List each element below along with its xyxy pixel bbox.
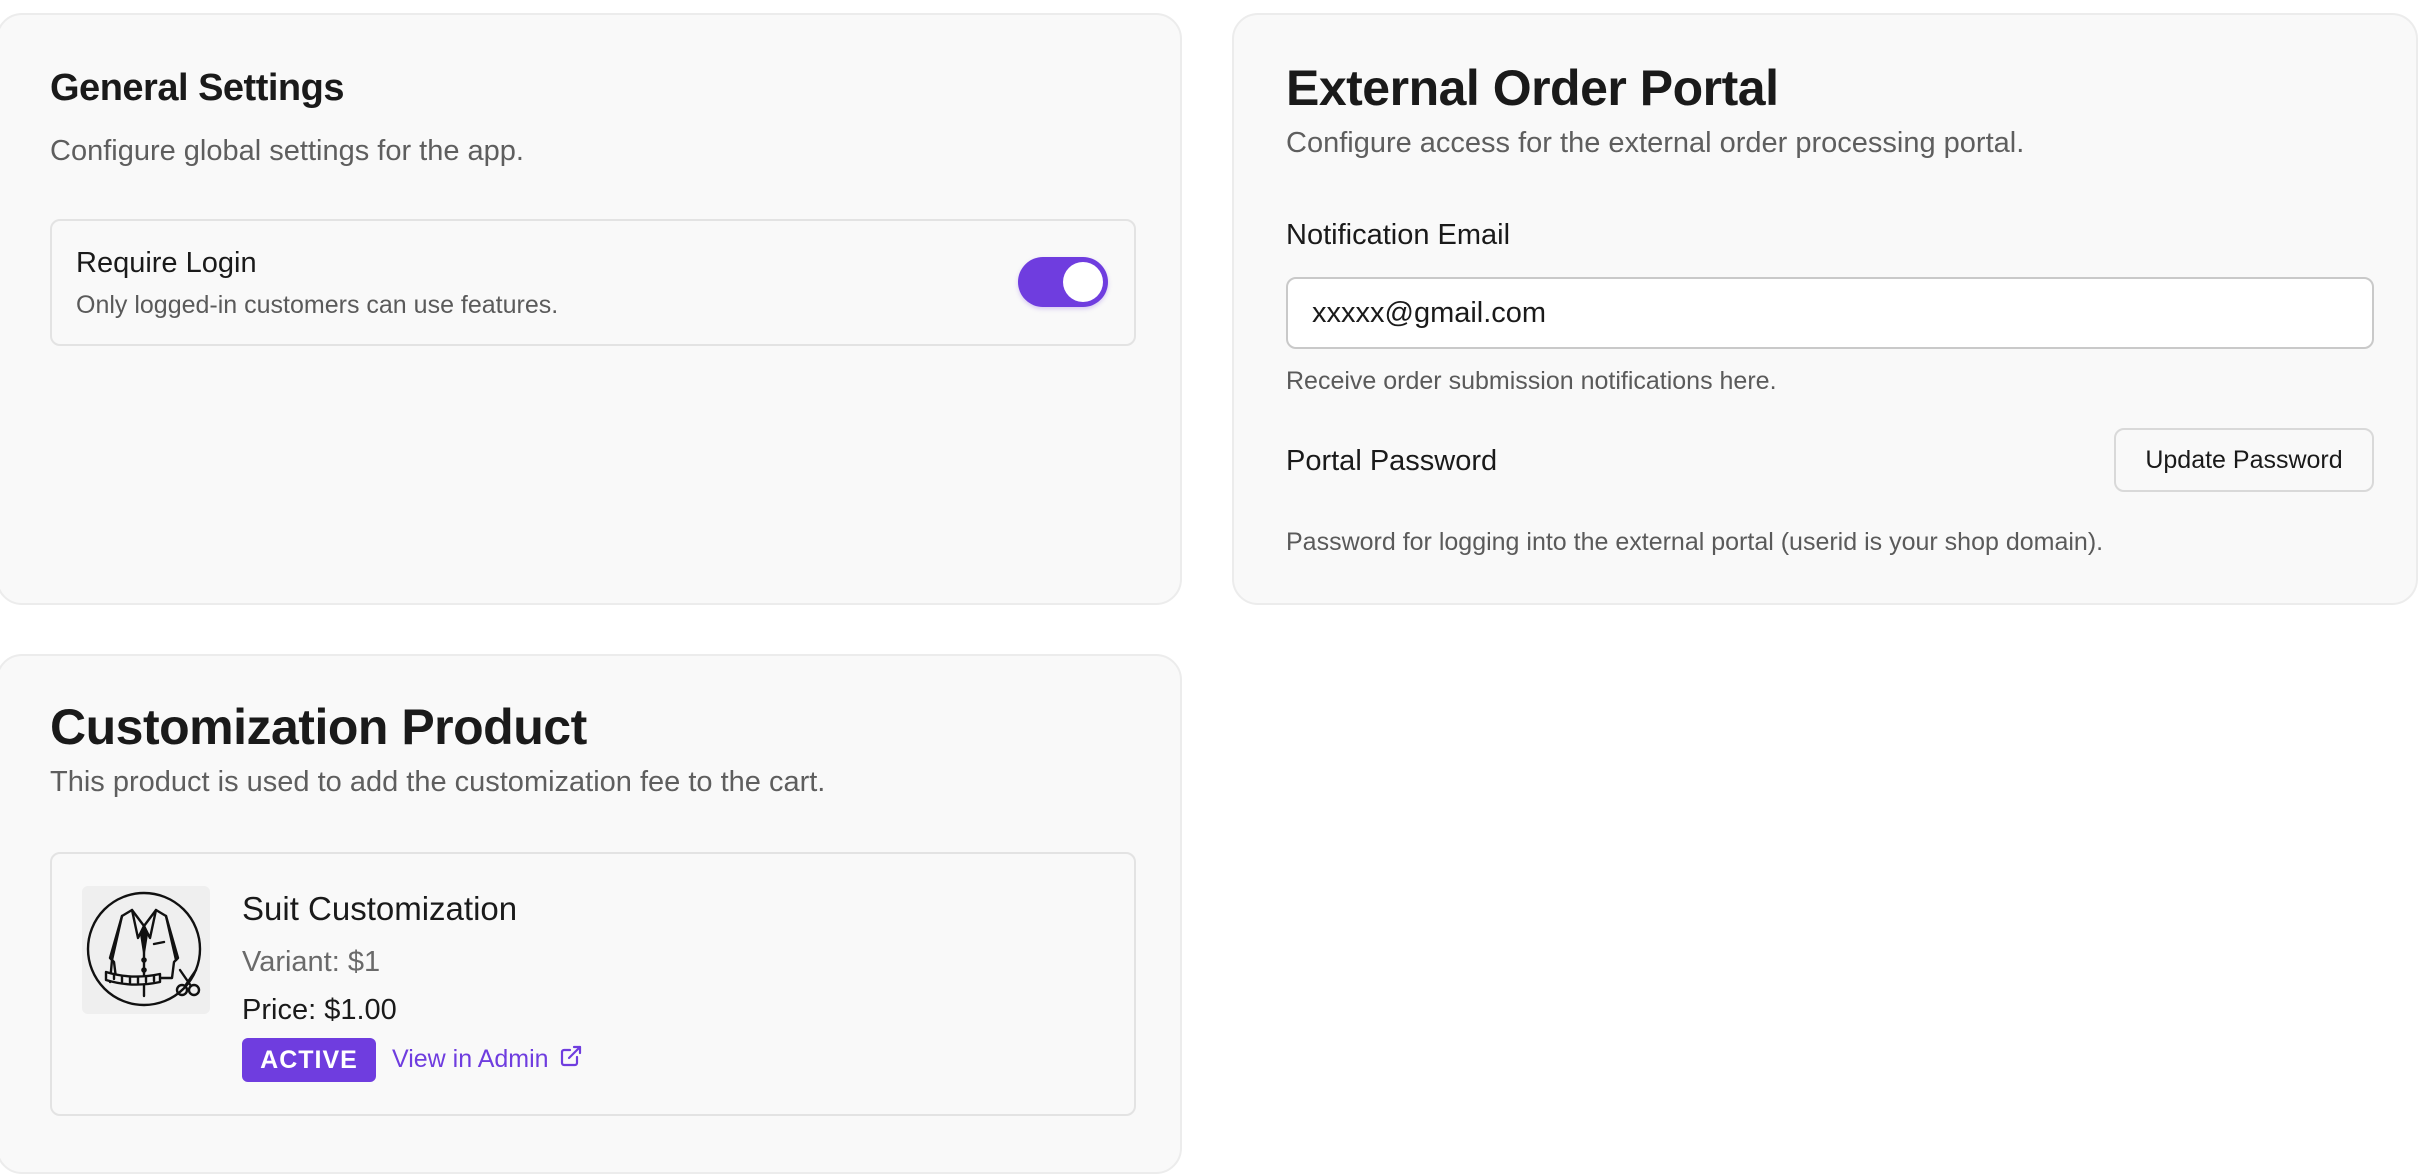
customization-product-description: This product is used to add the customiz…	[50, 766, 826, 798]
product-price: Price: $1.00	[242, 994, 397, 1027]
require-login-label: Require Login	[76, 247, 257, 279]
portal-password-label: Portal Password	[1286, 445, 1498, 477]
customization-product-card: Customization Product This product is us…	[0, 654, 1182, 1174]
view-in-admin-link[interactable]: View in Admin	[392, 1044, 583, 1075]
external-portal-title: External Order Portal	[1286, 60, 1779, 116]
update-password-button[interactable]: Update Password	[2114, 428, 2374, 492]
external-portal-description: Configure access for the external order …	[1286, 127, 2025, 159]
customization-product-title: Customization Product	[50, 699, 587, 755]
product-name: Suit Customization	[242, 890, 518, 927]
view-in-admin-label: View in Admin	[392, 1045, 549, 1073]
portal-password-help: Password for logging into the external p…	[1286, 528, 2104, 556]
price-value: $1.00	[324, 994, 397, 1026]
general-settings-title: General Settings	[50, 67, 344, 109]
product-variant: Variant: $1	[242, 946, 381, 978]
general-settings-description: Configure global settings for the app.	[50, 135, 524, 167]
notification-email-help: Receive order submission notifications h…	[1286, 367, 1777, 395]
require-login-description: Only logged-in customers can use feature…	[76, 291, 559, 319]
external-portal-card: External Order Portal Configure access f…	[1232, 13, 2418, 605]
status-badge: ACTIVE	[242, 1038, 376, 1082]
general-settings-card: General Settings Configure global settin…	[0, 13, 1182, 605]
require-login-setting: Require Login Only logged-in customers c…	[50, 219, 1136, 346]
notification-email-input[interactable]	[1286, 277, 2374, 349]
price-label: Price:	[242, 994, 317, 1026]
notification-email-label: Notification Email	[1286, 219, 1511, 251]
suit-jacket-scissors-icon	[82, 886, 210, 1014]
external-link-icon	[559, 1044, 583, 1075]
toggle-knob	[1063, 262, 1103, 302]
product-item: Suit Customization Variant: $1 Price: $1…	[50, 852, 1136, 1116]
require-login-toggle[interactable]	[1018, 257, 1108, 307]
